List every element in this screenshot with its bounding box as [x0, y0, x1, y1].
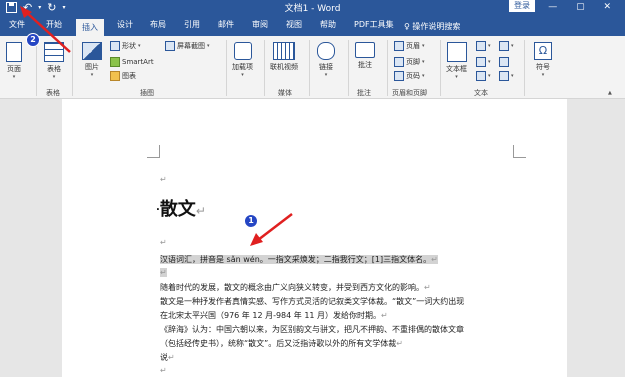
quick-parts-button[interactable]: ▾: [476, 41, 491, 51]
wordart-icon: [476, 57, 486, 67]
shapes-icon: [110, 41, 120, 51]
table-icon: [44, 42, 64, 62]
margin-corner-top-right: [513, 145, 526, 158]
tab-file[interactable]: 文件: [9, 19, 25, 30]
footer-icon: [394, 57, 404, 67]
dropcap-icon: [476, 71, 486, 81]
shapes-button[interactable]: 形状 ▾: [110, 41, 141, 51]
step-badge-1: 1: [244, 214, 258, 228]
group-media-label: 媒体: [278, 89, 292, 97]
ribbon-tab-bar: 文件 开始 插入 设计 布局 引用 邮件 审阅 视图 帮助 PDF工具集 ♀ 操…: [0, 15, 625, 36]
header-icon: [394, 41, 404, 51]
tab-help[interactable]: 帮助: [320, 19, 336, 30]
paragraph[interactable]: （包括经传史书），统称“散文”。后又泛指诗歌以外的所有文学体裁↵: [160, 338, 403, 349]
lightbulb-icon: ♀: [404, 22, 410, 31]
date-time-button[interactable]: [499, 57, 509, 67]
paragraph[interactable]: 《辞海》认为：中国六朝以来，为区别韵文与骈文，把凡不押韵、不重排偶的散体文章: [160, 324, 464, 335]
page-number-button[interactable]: 页码 ▾: [394, 71, 425, 81]
addins-button[interactable]: 加载项 ▾: [232, 42, 253, 78]
object-icon: [499, 71, 509, 81]
group-illustrations-label: 插图: [140, 89, 154, 97]
group-comments-label: 批注: [357, 89, 371, 97]
tab-mailings[interactable]: 邮件: [218, 19, 234, 30]
signature-icon: [499, 41, 509, 51]
tab-home[interactable]: 开始: [46, 19, 62, 30]
group-text-label: 文本: [474, 89, 488, 97]
comment-icon: [355, 42, 375, 58]
pages-button[interactable]: 页面 ▾: [6, 42, 22, 80]
tab-pdf-tools[interactable]: PDF工具集: [354, 19, 394, 30]
smartart-button[interactable]: SmartArt: [110, 57, 154, 67]
document-heading[interactable]: ·散文↵: [156, 195, 206, 221]
quick-parts-icon: [476, 41, 486, 51]
omega-icon: Ω: [534, 42, 552, 60]
document-page[interactable]: [62, 99, 567, 377]
comment-button[interactable]: 批注: [355, 42, 375, 70]
tab-review[interactable]: 审阅: [252, 19, 268, 30]
header-button[interactable]: 页眉 ▾: [394, 41, 425, 51]
dropcap-button[interactable]: ▾: [476, 71, 491, 81]
symbol-button[interactable]: Ω 符号 ▾: [534, 42, 552, 78]
tab-insert[interactable]: 插入: [76, 19, 104, 36]
datetime-icon: [499, 57, 509, 67]
empty-paragraph[interactable]: ↵: [160, 238, 167, 247]
step-badge-2: 2: [26, 33, 40, 47]
empty-paragraph[interactable]: ↵: [160, 175, 167, 184]
wordart-button[interactable]: ▾: [476, 57, 491, 67]
selected-paragraph[interactable]: 汉语词汇，拼音是 sǎn wén。一指文采焕发；二指我行文；[1]三指文体名。↵: [160, 254, 438, 265]
screenshot-button[interactable]: 屏幕截图 ▾: [165, 41, 210, 51]
object-button[interactable]: ▾: [499, 71, 514, 81]
selected-empty-paragraph[interactable]: ↵: [160, 268, 167, 277]
picture-icon: [82, 42, 102, 60]
group-header-footer-label: 页眉和页脚: [392, 89, 427, 97]
addins-icon: [233, 42, 252, 60]
tab-view[interactable]: 视图: [286, 19, 302, 30]
picture-button[interactable]: 图片 ▾: [82, 42, 102, 78]
margin-corner-top-left: [147, 145, 160, 158]
paragraph[interactable]: 在北宋太平兴国（976 年 12 月-984 年 11 月）发给你时期。↵: [160, 310, 388, 321]
textbox-button[interactable]: 文本框 ▾: [446, 42, 467, 80]
paragraph[interactable]: 说↵: [160, 352, 175, 363]
video-icon: [273, 42, 295, 60]
group-table-label: 表格: [46, 89, 60, 97]
textbox-icon: [446, 42, 467, 62]
login-button[interactable]: 登录: [509, 0, 535, 12]
paragraph[interactable]: 散文是一种抒发作者真情实感、写作方式灵活的记叙类文学体裁。“散文”一词大约出现: [160, 296, 464, 307]
chart-icon: [110, 71, 120, 81]
signature-line-button[interactable]: ▾: [499, 41, 514, 51]
link-button[interactable]: 链接 ▾: [317, 42, 335, 78]
title-bar: ↶ ▾ ↻ ▾ 文档1 - Word 登录 — ▢ ✕: [0, 0, 625, 15]
online-video-button[interactable]: 联机视频: [270, 42, 298, 72]
table-button[interactable]: 表格 ▾: [44, 42, 64, 80]
ribbon-insert: 页面 ▾ 表格 ▾ 表格 图片 ▾ 形状 ▾ SmartArt 图表 屏幕截图 ▾ 插图 …: [0, 36, 625, 99]
link-icon: [317, 42, 335, 60]
page-number-icon: [394, 71, 404, 81]
footer-button[interactable]: 页脚 ▾: [394, 57, 425, 67]
collapse-ribbon-icon[interactable]: ▲: [608, 90, 612, 96]
screenshot-icon: [165, 41, 175, 51]
window-controls[interactable]: — ▢ ✕: [548, 2, 619, 12]
tab-references[interactable]: 引用: [184, 19, 200, 30]
empty-paragraph[interactable]: ↵: [160, 366, 167, 375]
smartart-icon: [110, 57, 120, 67]
tab-design[interactable]: 设计: [117, 19, 133, 30]
tab-layout[interactable]: 布局: [150, 19, 166, 30]
chart-button[interactable]: 图表: [110, 71, 136, 81]
tell-me-search[interactable]: ♀ 操作说明搜索: [404, 21, 460, 32]
paragraph[interactable]: 随着时代的发展，散文的概念由广义向狭义转变，并受到西方文化的影响。↵: [160, 282, 431, 293]
page-icon: [6, 42, 22, 62]
